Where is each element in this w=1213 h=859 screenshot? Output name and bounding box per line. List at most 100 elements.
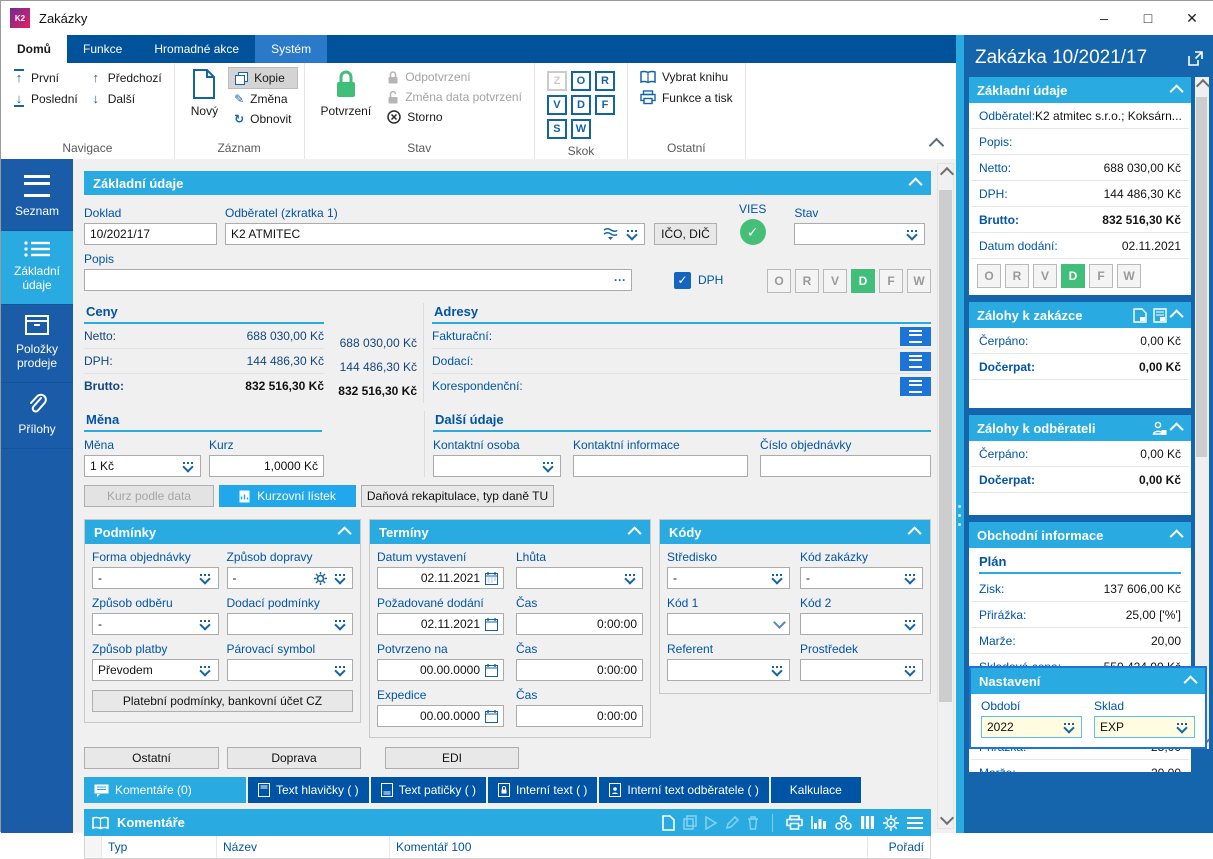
zpusob-odberu-dropdown[interactable]: - xyxy=(92,613,219,635)
vybrat-knihu-button[interactable]: Vybrat knihu xyxy=(634,67,739,87)
skok-o-button[interactable]: O xyxy=(570,71,591,91)
dropdown-icon[interactable] xyxy=(540,460,555,473)
odberatel-input[interactable]: K2 ATMITEC xyxy=(225,223,645,245)
platebni-podminky-button[interactable]: Platební podmínky, bankovní účet CZ xyxy=(92,690,353,712)
mena-dropdown[interactable]: 1 Kč xyxy=(84,455,201,477)
tab-system[interactable]: Systém xyxy=(255,35,328,63)
column-typ[interactable]: Typ xyxy=(102,836,217,858)
dropdown-icon[interactable] xyxy=(624,228,639,241)
skok-w-button[interactable]: W xyxy=(570,119,591,139)
zmena-button[interactable]: ✎ Změna xyxy=(228,89,297,109)
collapse-icon[interactable] xyxy=(1183,675,1198,690)
tab-interni-text-odberatele[interactable]: Interní text odběratele ( ) xyxy=(599,777,769,803)
sklad-dropdown[interactable]: EXP xyxy=(1094,716,1195,738)
scrollbar-thumb[interactable] xyxy=(1196,97,1207,457)
scrollbar-thumb[interactable] xyxy=(939,190,952,702)
collapse-icon[interactable] xyxy=(1169,422,1184,437)
tab-kalkulace[interactable]: Kalkulace xyxy=(770,777,861,803)
stredisko-dropdown[interactable]: - xyxy=(667,567,790,589)
datum-vystaveni-input[interactable]: 02.11.2021 xyxy=(377,567,504,589)
tab-domu[interactable]: Domů xyxy=(1,35,67,63)
cas-pozadovane-input[interactable]: 0:00:00 xyxy=(516,613,643,635)
obdobi-dropdown[interactable]: 2022 xyxy=(981,716,1082,738)
sidebar-item-polozky-prodeje[interactable]: Položky prodeje xyxy=(1,305,73,383)
novy-button[interactable]: Nový xyxy=(181,67,228,140)
advance-list-icon[interactable] xyxy=(1153,307,1167,323)
prvni-button[interactable]: ↑ První xyxy=(7,67,84,88)
tab-komentare[interactable]: Komentáře (0) xyxy=(84,777,246,803)
fakturacni-address-button[interactable] xyxy=(900,326,931,346)
tab-text-paticky[interactable]: Text patičky ( ) xyxy=(370,777,487,803)
collapse-icon[interactable] xyxy=(907,526,922,541)
dodaci-address-button[interactable] xyxy=(900,351,931,371)
skok-d-button[interactable]: D xyxy=(570,95,591,115)
menu-button[interactable] xyxy=(907,816,923,829)
scroll-up-icon[interactable] xyxy=(939,166,955,182)
dropdown-icon[interactable] xyxy=(180,460,195,473)
expedice-input[interactable]: 00.00.0000 xyxy=(377,705,504,727)
cas-expedice-input[interactable]: 0:00:00 xyxy=(516,705,643,727)
print-button[interactable] xyxy=(786,815,803,830)
open-external-icon[interactable] xyxy=(1188,50,1203,66)
edi-button[interactable]: EDI xyxy=(385,747,519,769)
column-poradi[interactable]: Pořadí xyxy=(868,836,930,858)
kurzovni-listek-button[interactable]: Kurzovní lístek xyxy=(219,485,356,507)
column-komentar[interactable]: Komentář 100 xyxy=(390,836,868,858)
gear-icon[interactable] xyxy=(314,571,327,585)
skok-s-button[interactable]: S xyxy=(546,119,567,139)
close-button[interactable]: ✕ xyxy=(1170,1,1213,35)
dph-checkbox[interactable]: ✓ xyxy=(674,271,691,289)
cas-potvrzeno-input[interactable]: 0:00:00 xyxy=(516,659,643,681)
lhuta-dropdown[interactable] xyxy=(516,567,643,589)
new-comment-button[interactable] xyxy=(662,814,675,831)
skok-f-button[interactable]: F xyxy=(594,95,615,115)
skok-r-button[interactable]: R xyxy=(594,71,615,91)
dropdown-icon[interactable] xyxy=(1174,721,1189,734)
collapse-icon[interactable] xyxy=(337,526,352,541)
posledni-button[interactable]: ↓ Poslední xyxy=(7,88,84,109)
danova-rekapitulace-button[interactable]: Daňová rekapitulace, typ daně TU xyxy=(361,485,554,507)
kontaktni-informace-input[interactable] xyxy=(573,455,748,477)
preview-scrollbar[interactable] xyxy=(1195,77,1211,749)
kurz-input[interactable]: 1,0000 Kč xyxy=(209,455,324,477)
storno-button[interactable]: Storno xyxy=(381,107,528,127)
doklad-input[interactable]: 10/2021/17 xyxy=(84,223,217,245)
skok-v-button[interactable]: V xyxy=(546,95,567,115)
sidebar-item-prilohy[interactable]: Přílohy xyxy=(1,383,73,449)
collapse-icon[interactable] xyxy=(1169,84,1184,99)
potvrzeni-button[interactable]: Potvrzení xyxy=(311,67,382,140)
minimize-button[interactable]: – xyxy=(1082,1,1126,35)
calendar-icon[interactable] xyxy=(485,663,498,677)
cislo-objednavky-input[interactable] xyxy=(760,455,931,477)
calendar-icon[interactable] xyxy=(485,571,498,585)
funkce-a-tisk-button[interactable]: Funkce a tisk xyxy=(634,87,739,108)
pozadovane-dodani-input[interactable]: 02.11.2021 xyxy=(377,613,504,635)
stack-lookup-icon[interactable] xyxy=(603,227,618,241)
popis-input[interactable]: ··· xyxy=(84,269,632,291)
tab-funkce[interactable]: Funkce xyxy=(67,35,138,63)
scroll-down-icon[interactable] xyxy=(939,810,955,826)
kod-zakazky-dropdown[interactable]: - xyxy=(800,567,923,589)
referent-dropdown[interactable] xyxy=(667,659,790,681)
dalsi-button[interactable]: ↓ Další xyxy=(84,88,168,109)
calendar-icon[interactable] xyxy=(485,709,498,723)
zpusob-platby-dropdown[interactable]: Převodem xyxy=(92,659,219,681)
settings-gear-button[interactable] xyxy=(883,814,899,831)
scroll-up-icon[interactable] xyxy=(1195,78,1211,94)
dodaci-podminky-dropdown[interactable] xyxy=(226,613,353,635)
doprava-button[interactable]: Doprava xyxy=(227,747,361,769)
customer-advance-icon[interactable] xyxy=(1152,421,1167,436)
collapse-icon[interactable] xyxy=(1169,529,1184,544)
dropdown-icon[interactable] xyxy=(904,228,919,241)
tab-text-hlavicky[interactable]: Text hlavičky ( ) xyxy=(248,777,369,803)
zpusob-dopravy-dropdown[interactable]: - xyxy=(226,567,353,589)
potvrzeno-na-input[interactable]: 00.00.0000 xyxy=(377,659,504,681)
ribbon-collapse-icon[interactable] xyxy=(928,137,945,154)
advance-invoice-icon[interactable] xyxy=(1133,307,1147,323)
kod1-dropdown[interactable] xyxy=(667,613,790,635)
dropdown-icon[interactable] xyxy=(1061,721,1076,734)
collapse-icon[interactable] xyxy=(627,526,642,541)
sidebar-item-zakladni-udaje[interactable]: Základní údaje xyxy=(1,231,73,305)
stav-dropdown[interactable] xyxy=(794,223,926,245)
calendar-icon[interactable] xyxy=(485,617,498,631)
